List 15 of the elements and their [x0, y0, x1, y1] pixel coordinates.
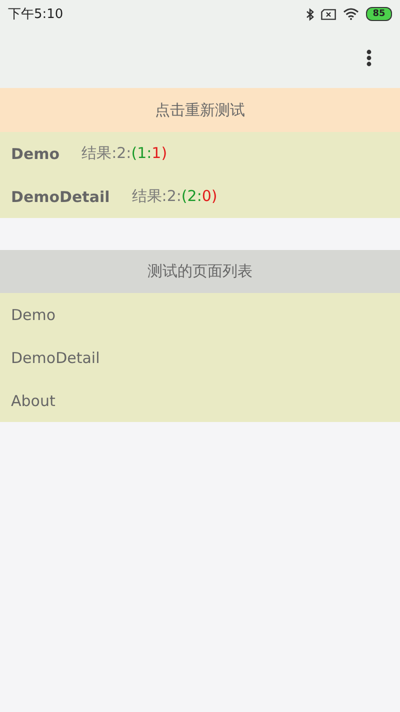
sim-card-icon [321, 8, 336, 20]
bluetooth-icon [306, 8, 314, 20]
page-list-item[interactable]: Demo [0, 293, 400, 336]
page-list-item[interactable]: DemoDetail [0, 336, 400, 379]
retest-button[interactable]: 点击重新测试 [0, 88, 400, 132]
page-name: Demo [11, 144, 60, 162]
test-result: 结果:2:(2:0) [132, 187, 218, 206]
page-list-item[interactable]: About [0, 379, 400, 422]
battery-icon: 85 [366, 7, 392, 21]
page-name: DemoDetail [11, 188, 110, 206]
wifi-icon [343, 8, 359, 20]
test-result: 结果:2:(1:1) [82, 144, 168, 163]
list-header: 测试的页面列表 [0, 250, 400, 293]
more-options-icon[interactable] [366, 49, 372, 67]
status-time: 下午5:10 [8, 6, 64, 23]
